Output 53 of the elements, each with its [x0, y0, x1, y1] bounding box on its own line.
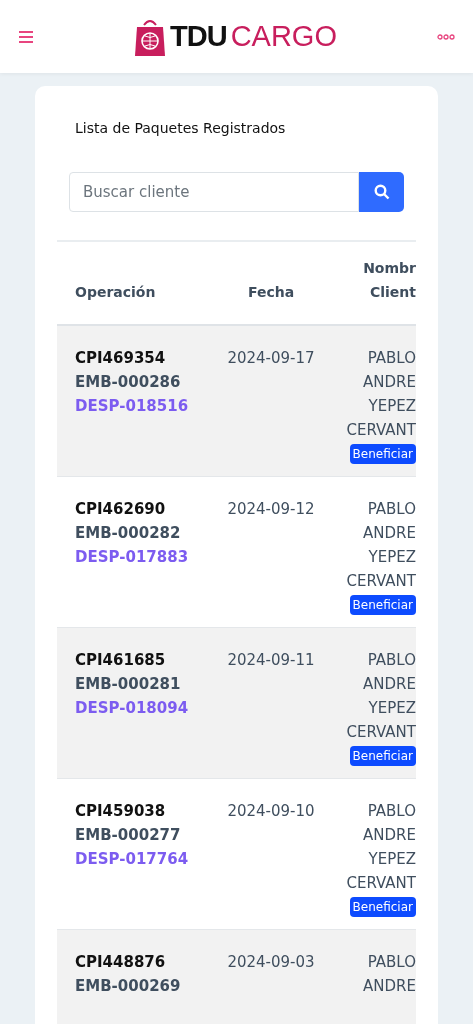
- table-cell-text: EMB-000281: [75, 674, 182, 695]
- more-icon[interactable]: [437, 33, 455, 40]
- column-header: Fecha: [247, 283, 295, 302]
- dispatch-link[interactable]: DESP-018094: [75, 696, 212, 720]
- table-cell-text: CPI462690: [75, 499, 167, 520]
- dispatch-link[interactable]: DESP-017764: [75, 847, 212, 871]
- table-cell-text: CERVANT: [346, 873, 416, 894]
- beneficiary-badge: Beneficiar: [349, 595, 416, 615]
- table-cell-text: PABLO: [367, 801, 416, 822]
- logo-text: TDU: [170, 20, 227, 53]
- table-cell-text: YEPEZ: [368, 547, 416, 568]
- column-header: Client: [369, 283, 416, 302]
- table-cell-text: PABLO: [367, 348, 416, 369]
- table-cell-text: ANDRE: [363, 372, 416, 393]
- card-title: Lista de Paquetes Registrados: [74, 120, 287, 136]
- table-cell-text: CPI469354: [75, 348, 167, 369]
- table-cell-text: CPI448876: [75, 952, 167, 973]
- search-field[interactable]: Buscar cliente: [69, 172, 359, 212]
- dispatch-link[interactable]: DESP-018516: [75, 394, 212, 418]
- table-cell-text: 2024-09-10: [227, 801, 315, 822]
- table-cell-text: ANDRE: [363, 674, 416, 695]
- table-cell-text: CPI461685: [75, 650, 167, 671]
- table-cell-text: PABLO: [367, 650, 416, 671]
- table-cell-text: CERVANT: [346, 420, 416, 441]
- search-icon: [373, 184, 390, 200]
- table-cell-text: 2024-09-11: [227, 650, 315, 671]
- beneficiary-badge: Beneficiar: [349, 746, 416, 766]
- table-cell-text: PABLO: [367, 499, 416, 520]
- table-cell-text: YEPEZ: [368, 849, 416, 870]
- table-cell-text: CERVANT: [346, 722, 416, 743]
- column-header: Nombr: [363, 259, 416, 278]
- logo-text: CARGO: [230, 20, 337, 53]
- beneficiary-badge: Beneficiar: [349, 897, 416, 917]
- table-cell-text: CERVANT: [346, 571, 416, 592]
- table-cell-text: ANDRE: [363, 976, 416, 997]
- dispatch-link[interactable]: DESP-017883: [75, 545, 212, 569]
- beneficiary-badge: Beneficiar: [349, 444, 416, 464]
- column-header: Operación: [75, 283, 157, 302]
- table-cell-text: EMB-000277: [75, 825, 182, 846]
- table-cell-text: ANDRE: [363, 825, 416, 846]
- table-cell-text: YEPEZ: [368, 396, 416, 417]
- table-cell-text: 2024-09-17: [227, 348, 315, 369]
- table-cell-text: EMB-000286: [75, 372, 182, 393]
- table-cell-text: YEPEZ: [368, 698, 416, 719]
- table-cell-text: EMB-000282: [75, 523, 182, 544]
- table-cell-text: 2024-09-03: [227, 952, 315, 973]
- table-cell-text: PABLO: [367, 952, 416, 973]
- menu-icon[interactable]: [18, 29, 34, 44]
- search-button[interactable]: [359, 172, 404, 212]
- table-cell-text: 2024-09-12: [227, 499, 315, 520]
- table-cell-text: EMB-000269: [75, 976, 182, 997]
- table-cell-text: ANDRE: [363, 523, 416, 544]
- table-cell-text: CPI459038: [75, 801, 167, 822]
